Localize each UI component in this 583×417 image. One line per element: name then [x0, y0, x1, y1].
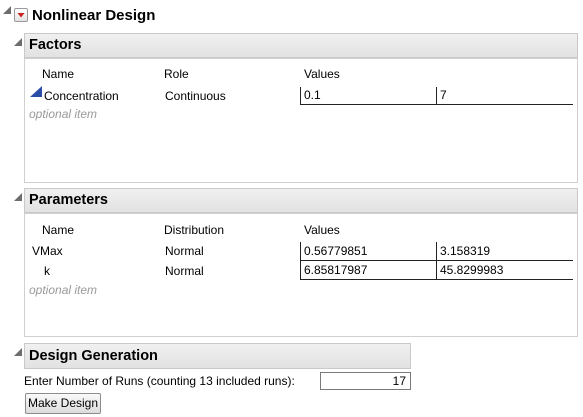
make-design-button[interactable]: Make Design: [25, 393, 101, 414]
factors-col-role: Role: [164, 67, 189, 81]
red-triangle-menu-icon[interactable]: [14, 8, 28, 22]
parameters-col-distribution: Distribution: [164, 223, 225, 237]
factor-role[interactable]: Continuous: [165, 89, 226, 103]
factors-optional-item[interactable]: optional item: [29, 107, 97, 121]
factor-low-value[interactable]: 0.1: [300, 87, 437, 105]
parameter-value-1[interactable]: 6.85817987: [300, 261, 437, 280]
disclosure-icon[interactable]: [14, 38, 22, 47]
parameters-header: Parameters: [24, 188, 578, 213]
design-generation-header: Design Generation: [24, 343, 411, 369]
factors-panel: Name Role Values Concentration Continuou…: [24, 58, 578, 183]
factors-col-values: Values: [304, 67, 340, 81]
design-generation-title: Design Generation: [29, 348, 158, 364]
parameter-name[interactable]: k: [44, 264, 50, 278]
factor-name[interactable]: Concentration: [44, 89, 119, 103]
disclosure-icon[interactable]: [14, 193, 22, 202]
parameters-optional-item[interactable]: optional item: [29, 283, 97, 297]
parameters-panel: Name Distribution Values VMax Normal 0.5…: [24, 213, 578, 337]
parameter-distribution[interactable]: Normal: [165, 244, 204, 258]
disclosure-icon[interactable]: [3, 6, 11, 15]
factor-high-value[interactable]: 7: [436, 87, 573, 105]
disclosure-icon[interactable]: [14, 348, 22, 357]
parameter-name[interactable]: VMax: [32, 244, 63, 258]
factors-title: Factors: [29, 37, 82, 53]
parameter-distribution[interactable]: Normal: [165, 264, 204, 278]
parameter-value-2[interactable]: 3.158319: [436, 242, 573, 261]
parameter-value-2[interactable]: 45.8299983: [436, 261, 573, 280]
runs-input[interactable]: 17: [320, 372, 411, 390]
parameters-col-name: Name: [42, 223, 75, 237]
factors-col-name: Name: [42, 67, 75, 81]
parameter-value-1[interactable]: 0.56779851: [300, 242, 437, 261]
continuous-factor-icon: [30, 86, 42, 97]
factors-header: Factors: [24, 33, 578, 58]
parameters-col-values: Values: [304, 223, 340, 237]
main-title: Nonlinear Design: [32, 7, 156, 24]
runs-label: Enter Number of Runs (counting 13 includ…: [24, 374, 295, 388]
parameters-title: Parameters: [29, 192, 108, 208]
